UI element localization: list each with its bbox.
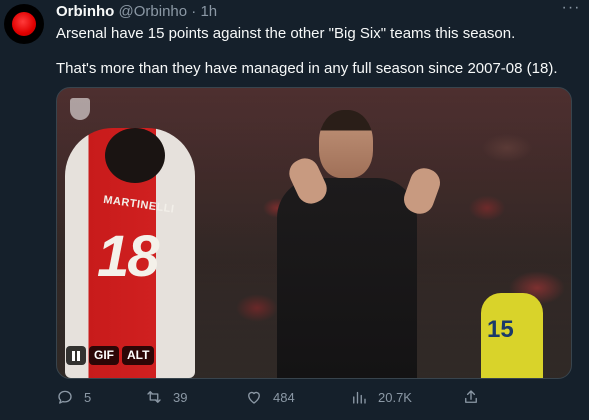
like-icon: [248, 391, 260, 404]
reply-icon: [58, 390, 72, 404]
tweet-time[interactable]: 1h: [200, 3, 217, 20]
like-count: 484: [273, 389, 295, 405]
views-icon: [353, 391, 366, 404]
player-number-18: MARTINELLI 18: [65, 128, 195, 378]
player-head: [105, 128, 165, 183]
club-crest-watermark: [70, 98, 90, 120]
tweet-header: Orbinho @Orbinho · 1h: [56, 3, 217, 21]
pause-button[interactable]: [66, 346, 86, 365]
avatar[interactable]: [4, 4, 44, 44]
author-handle[interactable]: @Orbinho: [119, 3, 188, 20]
tweet-media[interactable]: MARTINELLI 18 15 GIF ALT: [56, 87, 572, 379]
avatar-image: [12, 12, 36, 36]
alt-badge[interactable]: ALT: [122, 346, 155, 365]
retweet-icon: [147, 391, 161, 403]
tweet-text-line-2: That's more than they have managed in an…: [56, 60, 558, 77]
tweet-text-line-1: Arsenal have 15 points against the other…: [56, 25, 516, 42]
share-icon: [465, 390, 477, 403]
opponent-shirt-number: 15: [487, 316, 514, 343]
author-name[interactable]: Orbinho: [56, 3, 114, 20]
tweet[interactable]: Orbinho @Orbinho · 1h ··· Arsenal have 1…: [0, 0, 589, 420]
pause-icon-bar: [77, 350, 80, 361]
manager-head: [319, 110, 373, 178]
more-options-button[interactable]: ···: [560, 0, 582, 22]
views-button[interactable]: 20.7K: [350, 388, 412, 406]
tweet-actions: 5 39 484 20.7K: [0, 388, 589, 410]
share-button[interactable]: [462, 388, 480, 406]
more-icon: ···: [561, 0, 581, 16]
manager-figure: [277, 178, 417, 378]
like-button[interactable]: 484: [245, 388, 295, 406]
retweet-count: 39: [173, 389, 188, 405]
shirt-number: 18: [97, 224, 159, 289]
header-separator: ·: [191, 3, 197, 20]
media-badges: GIF ALT: [66, 346, 155, 365]
shirt-name: MARTINELLI: [102, 193, 176, 216]
gif-badge: GIF: [89, 346, 119, 365]
view-count: 20.7K: [378, 389, 412, 405]
pause-icon: [72, 350, 75, 361]
retweet-button[interactable]: 39: [145, 388, 187, 406]
reply-count: 5: [84, 389, 92, 405]
reply-button[interactable]: 5: [56, 388, 91, 406]
